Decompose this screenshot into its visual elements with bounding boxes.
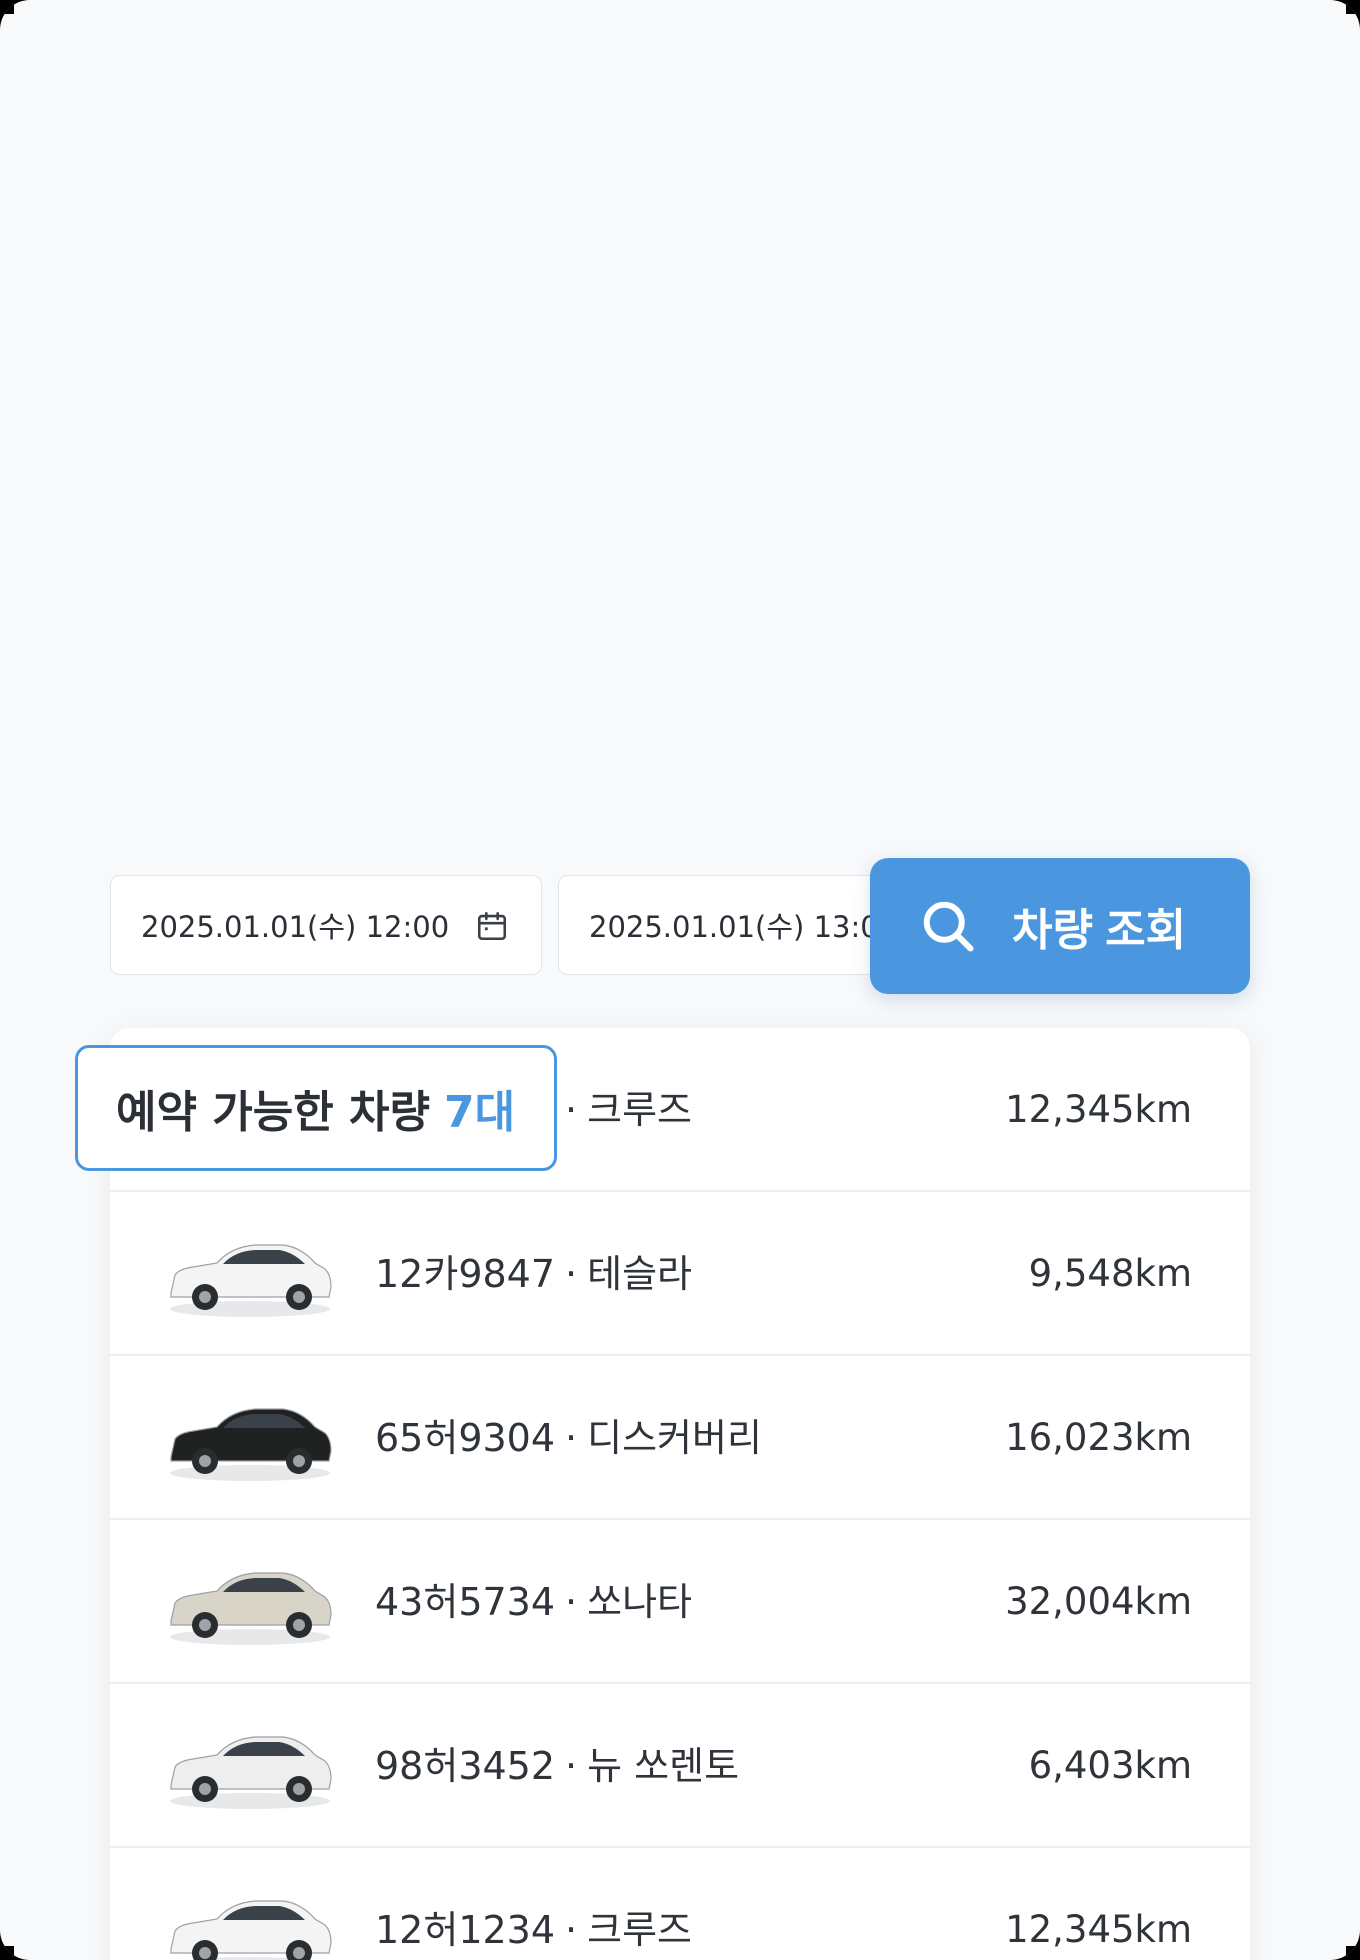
vehicle-plate: 98허3452 xyxy=(375,1744,556,1788)
vehicle-name: 98허3452 · 뉴 쏘렌토 xyxy=(375,1684,739,1848)
vehicle-row[interactable]: 12카9847 · 테슬라 9,548km xyxy=(110,1192,1250,1356)
corner-mark xyxy=(1346,1946,1360,1960)
vehicle-name: 43허5734 · 쏘나타 xyxy=(375,1520,692,1684)
vehicle-row[interactable]: 12허1234·크루즈 12,345km xyxy=(110,1848,1250,1960)
separator-dot: · xyxy=(565,1088,578,1132)
car-image xyxy=(170,1736,332,1809)
available-count-badge: 예약 가능한 차량 7대 xyxy=(75,1045,557,1171)
car-image xyxy=(170,1900,332,1960)
separator-dot: · xyxy=(565,1744,578,1788)
vehicle-plate: 12허1234 xyxy=(375,1908,556,1952)
available-count-label: 예약 가능한 차량 xyxy=(116,1087,430,1138)
vehicle-plate: 43허5734 xyxy=(375,1580,556,1624)
vehicle-mileage: 12,345km xyxy=(1005,1088,1192,1131)
car-image xyxy=(170,1408,332,1481)
vehicle-mileage: 9,548km xyxy=(1028,1252,1192,1295)
search-icon xyxy=(923,901,974,952)
app-screen: 2025.01.01(수) 12:00 2025.01.01(수) 13:00 … xyxy=(0,0,1360,1960)
start-datetime-field[interactable]: 2025.01.01(수) 12:00 xyxy=(110,875,542,975)
start-datetime-value: 2025.01.01(수) 12:00 xyxy=(141,910,450,944)
available-count-value: 7대 xyxy=(444,1087,516,1138)
corner-mark xyxy=(0,0,14,14)
vehicle-row[interactable]: 98허3452 · 뉴 쏘렌토 6,403km xyxy=(110,1684,1250,1848)
vehicle-row[interactable]: 43허5734 · 쏘나타 32,004km xyxy=(110,1520,1250,1684)
separator-dot: · xyxy=(565,1416,578,1460)
separator-dot: · xyxy=(565,1580,578,1624)
separator-dot: · xyxy=(565,1908,578,1952)
search-button-label: 차량 조회 xyxy=(1012,906,1187,955)
vehicle-model: 크루즈 xyxy=(587,1088,693,1132)
calendar-icon[interactable] xyxy=(475,909,509,943)
vehicle-model: 디스커버리 xyxy=(587,1416,762,1460)
vehicle-plate: 65허9304 xyxy=(375,1416,556,1460)
vehicle-model: 쏘나타 xyxy=(587,1580,693,1624)
vehicle-row[interactable]: 65허9304 · 디스커버리 16,023km xyxy=(110,1356,1250,1520)
end-datetime-field[interactable]: 2025.01.01(수) 13:00 xyxy=(558,875,898,975)
vehicle-mileage: 12,345km xyxy=(1005,1908,1192,1951)
vehicle-model: 뉴 쏘렌토 xyxy=(587,1744,740,1788)
corner-mark xyxy=(0,1946,14,1960)
vehicle-name: 12카9847 · 테슬라 xyxy=(375,1192,692,1356)
car-image xyxy=(170,1244,332,1317)
vehicle-mileage: 32,004km xyxy=(1005,1580,1192,1623)
vehicle-search-button[interactable]: 차량 조회 xyxy=(870,858,1250,994)
corner-mark xyxy=(1346,0,1360,14)
vehicle-mileage: 6,403km xyxy=(1028,1744,1192,1787)
separator-dot: · xyxy=(565,1252,578,1296)
vehicle-mileage: 16,023km xyxy=(1005,1416,1192,1459)
vehicle-name: 65허9304 · 디스커버리 xyxy=(375,1356,762,1520)
vehicle-model: 크루즈 xyxy=(587,1908,693,1952)
vehicle-plate: 12카9847 xyxy=(375,1252,556,1296)
car-image xyxy=(170,1572,332,1645)
vehicle-model: 테슬라 xyxy=(587,1252,693,1296)
vehicle-name: 12허1234·크루즈 xyxy=(375,1848,692,1960)
end-datetime-value: 2025.01.01(수) 13:00 xyxy=(589,910,898,944)
